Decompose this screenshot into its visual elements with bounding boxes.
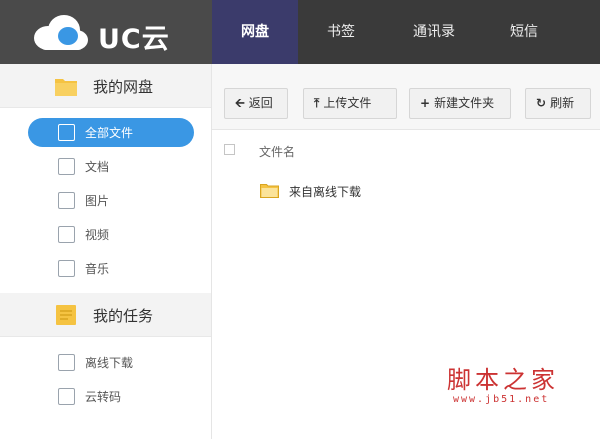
column-header-name[interactable]: 文件名 — [259, 143, 295, 160]
offline-download-icon — [58, 354, 75, 371]
task-notepad-icon — [56, 305, 76, 325]
sidebar-item-documents[interactable]: 文档 — [0, 149, 211, 183]
sidebar-item-label: 视频 — [85, 228, 110, 242]
my-disk-header[interactable]: 我的网盘 — [0, 64, 211, 108]
toolbar: 🡨 返回 ⤒ 上传文件 + 新建文件夹 ↻ 刷新 — [212, 64, 600, 130]
select-all-checkbox[interactable] — [224, 144, 235, 155]
watermark-title: 脚本之家 — [447, 366, 559, 394]
sidebar-item-music[interactable]: 音乐 — [0, 251, 211, 285]
watermark-url: www.jb51.net — [453, 394, 550, 405]
refresh-button[interactable]: ↻ 刷新 — [525, 88, 591, 119]
sidebar-item-offline-download[interactable]: 离线下载 — [0, 345, 211, 379]
sidebar-item-label: 文档 — [85, 160, 110, 174]
my-tasks-title: 我的任务 — [93, 307, 154, 325]
new-folder-label: 新建文件夹 — [434, 96, 495, 110]
cloud-logo-icon — [34, 15, 88, 50]
logo-text: UC云 — [98, 24, 170, 55]
sidebar-item-cloud-transcode[interactable]: 云转码 — [0, 379, 211, 413]
main-nav: 网盘 书签 通讯录 短信 — [212, 0, 564, 64]
upload-button[interactable]: ⤒ 上传文件 — [303, 88, 397, 119]
picture-icon — [58, 192, 75, 209]
all-files-icon — [58, 124, 75, 141]
sidebar-item-label: 离线下载 — [85, 356, 134, 370]
file-name[interactable]: 来自离线下载 — [289, 183, 361, 200]
file-row[interactable]: 来自离线下载 — [212, 172, 600, 208]
top-bar: UC云 网盘 书签 通讯录 短信 — [0, 0, 600, 64]
document-icon — [58, 158, 75, 175]
cloud-transcode-icon — [58, 388, 75, 405]
sidebar-item-label: 云转码 — [85, 390, 122, 404]
nav-tab-bookmarks[interactable]: 书签 — [298, 0, 384, 64]
my-disk-title: 我的网盘 — [93, 78, 154, 96]
new-folder-button[interactable]: + 新建文件夹 — [409, 88, 511, 119]
nav-tab-sms[interactable]: 短信 — [484, 0, 564, 64]
upload-label: 上传文件 — [323, 96, 372, 110]
nav-tab-contacts[interactable]: 通讯录 — [384, 0, 484, 64]
back-label: 返回 — [248, 96, 273, 110]
sidebar: 我的网盘 全部文件 文档 图片 视频 音乐 我的任务 离线下载 云转码 — [0, 64, 212, 439]
sidebar-item-label: 音乐 — [85, 262, 110, 276]
refresh-icon: ↻ — [536, 96, 547, 110]
folder-icon — [55, 79, 77, 96]
upload-icon: ⤒ — [314, 96, 320, 110]
my-tasks-header[interactable]: 我的任务 — [0, 293, 211, 337]
refresh-label: 刷新 — [550, 96, 575, 110]
sidebar-item-pictures[interactable]: 图片 — [0, 183, 211, 217]
watermark: 脚本之家 www.jb51.net — [443, 360, 593, 410]
sidebar-item-videos[interactable]: 视频 — [0, 217, 211, 251]
sidebar-item-label: 图片 — [85, 194, 110, 208]
video-icon — [58, 226, 75, 243]
arrow-left-icon: 🡨 — [235, 96, 245, 110]
nav-tab-disk[interactable]: 网盘 — [212, 0, 298, 64]
folder-icon — [260, 184, 279, 198]
logo[interactable]: UC云 — [0, 0, 212, 64]
sidebar-item-label: 全部文件 — [85, 126, 134, 140]
back-button[interactable]: 🡨 返回 — [224, 88, 288, 119]
plus-icon: + — [420, 96, 431, 110]
music-icon — [58, 260, 75, 277]
file-list-header: 文件名 — [212, 130, 600, 170]
sidebar-item-all-files[interactable]: 全部文件 — [0, 115, 211, 149]
